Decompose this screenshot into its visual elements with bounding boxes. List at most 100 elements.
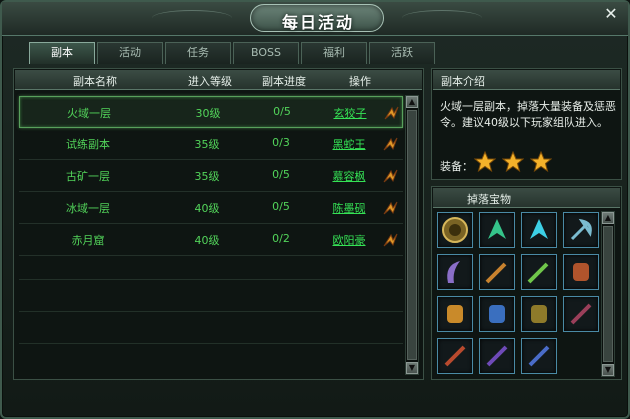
- drop-item-slot[interactable]: [563, 296, 599, 332]
- dungeon-rows: 火域一层 30级 0/5 玄狡子 试练副本 35级 0/3 黑蛇王 古矿一层 3…: [19, 96, 403, 256]
- empty-row-divider: [19, 311, 403, 312]
- tab-activity[interactable]: 活动: [97, 42, 163, 64]
- header-dungeon-name: 副本名称: [73, 75, 117, 88]
- progress: 0/5: [273, 105, 291, 118]
- scroll-up-button[interactable]: ▲: [602, 212, 614, 224]
- armor-icon: [531, 305, 547, 323]
- dungeon-name: 试练副本: [66, 138, 110, 151]
- dungeon-list-panel: 副本名称 进入等级 副本进度 操作 火域一层 30级 0/5 玄狡子 试练副本 …: [13, 68, 424, 380]
- drop-scrollbar[interactable]: ▲ ▼: [601, 211, 615, 377]
- scroll-down-button[interactable]: ▼: [406, 362, 418, 374]
- armor-icon: [573, 263, 589, 281]
- sword-icon: [527, 262, 549, 284]
- entry-level: 40级: [194, 234, 220, 247]
- intro-header: 副本介绍: [433, 70, 620, 90]
- table-row[interactable]: 试练副本 35级 0/3 黑蛇王: [19, 128, 403, 160]
- teleport-icon[interactable]: [381, 135, 399, 153]
- star-icon: [474, 151, 496, 173]
- drop-item-slot[interactable]: [521, 212, 557, 248]
- npc-link[interactable]: 陈墨砚: [319, 200, 379, 216]
- progress: 0/2: [272, 232, 290, 245]
- table-row[interactable]: 赤月窟 40级 0/2 欧阳豪: [19, 224, 403, 256]
- drop-item-slot[interactable]: [437, 338, 473, 374]
- staff-icon: [570, 303, 592, 325]
- entry-level: 35级: [194, 138, 220, 151]
- drop-item-slot[interactable]: [521, 296, 557, 332]
- tab-active[interactable]: 活跃: [369, 42, 435, 64]
- table-row[interactable]: 火域一层 30级 0/5 玄狡子: [19, 96, 403, 128]
- token-icon: [442, 217, 468, 243]
- drop-item-slot[interactable]: [437, 254, 473, 290]
- staff-icon: [444, 345, 466, 367]
- star-icon: [530, 151, 552, 173]
- tab-dungeon[interactable]: 副本: [29, 42, 95, 64]
- header-entry-level: 进入等级: [188, 75, 232, 88]
- table-row[interactable]: 古矿一层 35级 0/5 慕容枫: [19, 160, 403, 192]
- entry-level: 30级: [195, 107, 221, 120]
- scroll-thumb[interactable]: [603, 226, 613, 362]
- daily-activity-window: 每日活动 ✕ 副本 活动 任务 BOSS 福利 活跃 副本名称 进入等级 副本进…: [0, 0, 630, 419]
- close-icon[interactable]: ✕: [602, 5, 620, 23]
- progress: 0/3: [272, 136, 290, 149]
- npc-link[interactable]: 玄狡子: [320, 105, 380, 121]
- sword-icon: [485, 262, 507, 284]
- drop-header: 掉落宝物: [433, 188, 620, 208]
- header-action: 操作: [349, 75, 371, 88]
- drop-item-slot[interactable]: [437, 296, 473, 332]
- npc-link[interactable]: 欧阳豪: [319, 232, 379, 248]
- teleport-icon[interactable]: [381, 231, 399, 249]
- teleport-icon[interactable]: [381, 167, 399, 185]
- dungeon-name: 古矿一层: [66, 170, 110, 183]
- window-title: 每日活动: [281, 13, 354, 32]
- drop-title: 掉落宝物: [467, 193, 511, 206]
- drop-item-slot[interactable]: [563, 254, 599, 290]
- list-scrollbar[interactable]: ▲ ▼: [405, 95, 419, 375]
- intro-description: 火域一层副本，掉落大量装备及惩恶令。建议40级以下玩家组队进入。: [440, 100, 616, 129]
- empty-row-divider: [19, 343, 403, 344]
- gem-icon: [530, 219, 548, 239]
- table-header: 副本名称 进入等级 副本进度 操作: [15, 70, 422, 90]
- equip-label: 装备：: [440, 160, 473, 173]
- scroll-thumb[interactable]: [407, 110, 417, 360]
- title-ornament-left: [152, 10, 232, 26]
- gem-icon: [488, 219, 506, 239]
- npc-link[interactable]: 慕容枫: [319, 168, 379, 184]
- drop-item-slot[interactable]: [437, 212, 473, 248]
- npc-link[interactable]: 黑蛇王: [319, 136, 379, 152]
- drop-items-panel: 掉落宝物 ▲ ▼: [431, 186, 622, 380]
- tab-welfare[interactable]: 福利: [301, 42, 367, 64]
- drop-item-slot[interactable]: [479, 212, 515, 248]
- drop-item-slot[interactable]: [479, 296, 515, 332]
- table-row[interactable]: 冰域一层 40级 0/5 陈墨砚: [19, 192, 403, 224]
- teleport-icon[interactable]: [381, 199, 399, 217]
- dungeon-intro-panel: 副本介绍 火域一层副本，掉落大量装备及惩恶令。建议40级以下玩家组队进入。 装备…: [431, 68, 622, 180]
- armor-icon: [489, 305, 505, 323]
- title-ornament-right: [402, 10, 482, 26]
- drop-item-slot[interactable]: [479, 338, 515, 374]
- staff-icon: [486, 345, 508, 367]
- dungeon-name: 赤月窟: [71, 234, 105, 247]
- teleport-icon[interactable]: [382, 104, 400, 122]
- drop-item-slot[interactable]: [521, 338, 557, 374]
- equip-rating: [474, 151, 552, 173]
- scroll-up-button[interactable]: ▲: [406, 96, 418, 108]
- blade-icon: [447, 261, 460, 283]
- intro-title: 副本介绍: [441, 75, 485, 88]
- star-icon: [502, 151, 524, 173]
- scroll-down-button[interactable]: ▼: [602, 364, 614, 376]
- drop-item-slot[interactable]: [563, 212, 599, 248]
- tab-boss[interactable]: BOSS: [233, 42, 299, 64]
- entry-level: 35级: [194, 170, 220, 183]
- title-bar[interactable]: 每日活动 ✕: [2, 2, 628, 36]
- progress: 0/5: [272, 168, 290, 181]
- drop-item-slot[interactable]: [479, 254, 515, 290]
- dungeon-name: 火域一层: [67, 107, 111, 120]
- drop-item-slot[interactable]: [521, 254, 557, 290]
- axe-icon: [570, 218, 592, 241]
- header-progress: 副本进度: [262, 75, 306, 88]
- tab-quest[interactable]: 任务: [165, 42, 231, 64]
- title-plate: 每日活动: [250, 4, 384, 32]
- tab-bar: 副本 活动 任务 BOSS 福利 活跃: [29, 42, 435, 64]
- armor-icon: [447, 305, 463, 323]
- staff-icon: [528, 345, 550, 367]
